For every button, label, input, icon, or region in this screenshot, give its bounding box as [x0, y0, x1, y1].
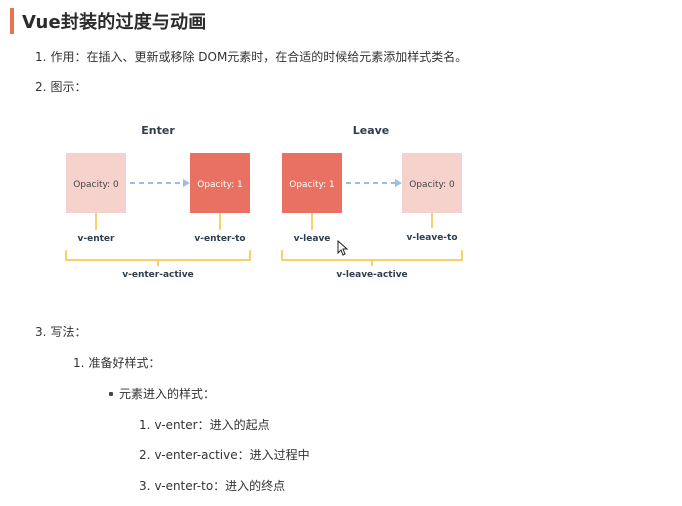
leave-active-bracket — [281, 250, 463, 261]
leave-end-box-label: Opacity: 0 — [409, 180, 455, 190]
bullet-item-enter-styles: 元素进入的样式： — [119, 387, 216, 401]
list-text: v-enter-to：进入的终点 — [154, 479, 286, 493]
list-number: 1. — [73, 356, 85, 370]
sublist-item-styles: 1. 准备好样式： — [73, 355, 160, 371]
v-leave-to-label: v-leave-to — [406, 233, 457, 243]
step-item: 2. v-enter-active：进入过程中 — [139, 447, 310, 463]
v-enter-active-label: v-enter-active — [122, 270, 193, 280]
list-text: v-enter-active：进入过程中 — [154, 448, 310, 462]
mouse-cursor-icon — [337, 240, 349, 256]
enter-arrow-head — [183, 179, 190, 187]
list-number: 3. — [139, 479, 151, 493]
step-item: 1. v-enter：进入的起点 — [139, 417, 270, 433]
leave-arrow-head — [395, 179, 402, 187]
enter-end-box-label: Opacity: 1 — [197, 180, 243, 190]
v-enter-to-label: v-enter-to — [194, 234, 245, 244]
leave-start-box-label: Opacity: 1 — [289, 180, 335, 190]
enter-active-bracket — [65, 250, 251, 261]
step-item: 3. v-enter-to：进入的终点 — [139, 478, 285, 494]
list-text: v-enter：进入的起点 — [154, 418, 270, 432]
list-text: 写法： — [50, 325, 87, 339]
list-number: 1. — [139, 418, 151, 432]
v-enter-label: v-enter — [78, 234, 116, 244]
list-number: 2. — [139, 448, 151, 462]
leave-title: Leave — [353, 124, 390, 137]
v-leave-active-label: v-leave-active — [336, 270, 407, 280]
v-leave-label: v-leave — [294, 234, 331, 244]
enter-start-box-label: Opacity: 0 — [73, 180, 119, 190]
enter-title: Enter — [141, 124, 175, 137]
list-number: 3. — [35, 325, 47, 339]
list-item-usage: 3. 写法： — [35, 324, 86, 340]
bullet-marker — [109, 392, 113, 396]
list-text: 准备好样式： — [88, 356, 161, 370]
